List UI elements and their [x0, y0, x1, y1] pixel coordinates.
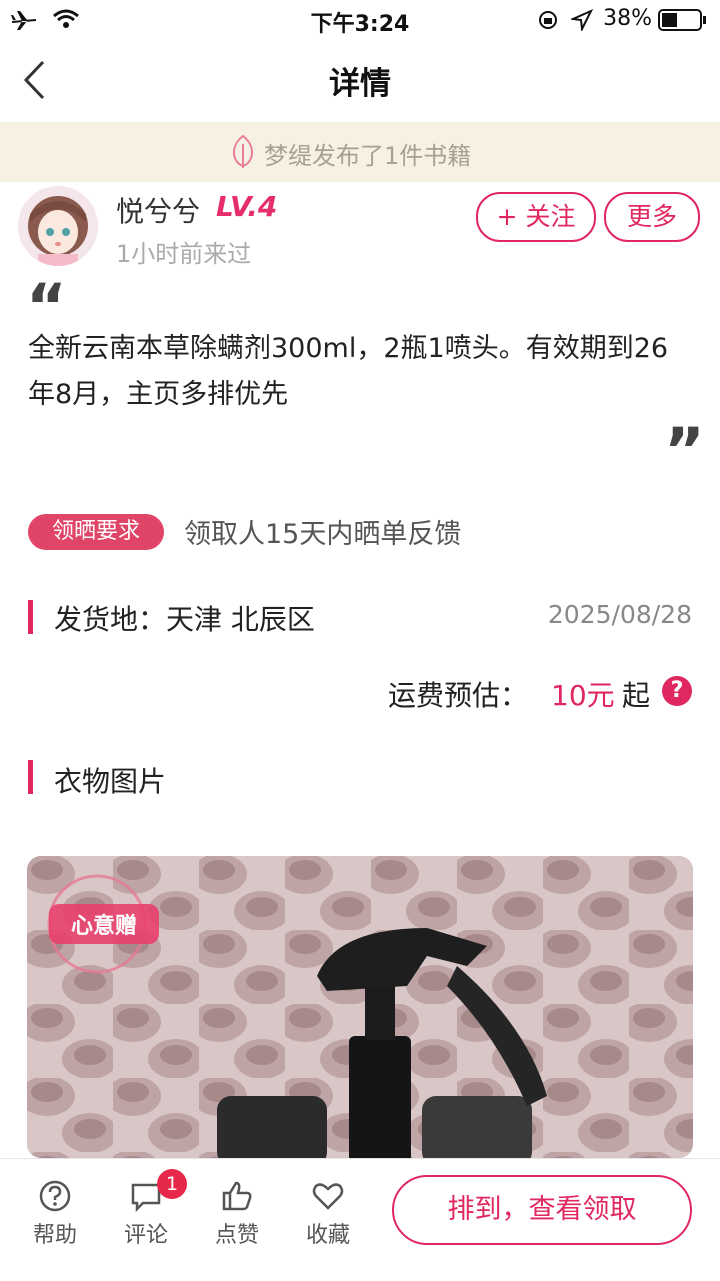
location-icon [571, 9, 593, 31]
page-title: 详情 [329, 66, 391, 102]
avatar[interactable] [18, 186, 98, 266]
tab-help-label: 帮助 [32, 1223, 77, 1248]
nav-bar: 详情 [0, 40, 720, 122]
user-level: LV.4 [216, 190, 278, 223]
tab-comment-label: 评论 [123, 1223, 168, 1248]
freight-suffix: 起 [622, 679, 651, 712]
battery-icon [658, 9, 706, 31]
requirement-text: 领取人15天内晒单反馈 [184, 519, 462, 550]
tab-favorite[interactable]: 收藏 [293, 1179, 363, 1249]
freight-value: 10元 [551, 679, 615, 712]
username[interactable]: 悦兮兮 [116, 190, 200, 230]
item-photo[interactable]: 心意赠 [27, 856, 693, 1158]
last-seen: 1小时前来过 [116, 240, 252, 268]
tab-like-label: 点赞 [214, 1223, 259, 1248]
status-bar: 下午3:24 38% [0, 0, 720, 40]
comment-count-badge: 1 [157, 1169, 187, 1199]
bottom-action-bar: 帮助 评论 1 点赞 收藏 排到，查看领取 [0, 1158, 720, 1281]
product-image [27, 856, 693, 1158]
gift-stamp-label: 心意赠 [70, 914, 137, 939]
rotation-lock-icon [539, 11, 557, 29]
close-quote-icon: ” [664, 414, 705, 487]
tab-help[interactable]: 帮助 [20, 1179, 90, 1249]
post-description: 全新云南本草除螨剂300ml，2瓶1喷头。有效期到26年8月，主页多排优先 [28, 333, 669, 410]
help-icon [39, 1180, 71, 1212]
tab-like[interactable]: 点赞 [202, 1179, 272, 1249]
ship-from: 发货地：天津 北辰区 [54, 603, 315, 636]
photos-section-title: 衣物图片 [54, 765, 167, 798]
freight-label: 运费预估： [388, 679, 529, 712]
notice-banner[interactable]: 梦缇发布了1件书籍 [0, 122, 720, 182]
more-button[interactable]: 更多 [604, 192, 700, 242]
requirement-badge: 领晒要求 [28, 514, 164, 550]
section-accent-bar [28, 600, 33, 634]
freight-help-icon[interactable]: ? [662, 676, 692, 706]
like-icon [222, 1181, 252, 1211]
battery-percentage: 38% [603, 6, 652, 31]
post-date: 2025/08/28 [547, 600, 692, 629]
tab-favorite-label: 收藏 [305, 1223, 350, 1248]
claim-button[interactable]: 排到，查看领取 [392, 1175, 692, 1245]
avatar-image [18, 186, 98, 266]
banner-text: 梦缇发布了1件书籍 [264, 142, 472, 170]
favorite-icon [312, 1183, 344, 1210]
follow-button[interactable]: + 关注 [476, 192, 596, 242]
section-accent-bar [28, 760, 33, 794]
leaf-icon [233, 134, 253, 168]
